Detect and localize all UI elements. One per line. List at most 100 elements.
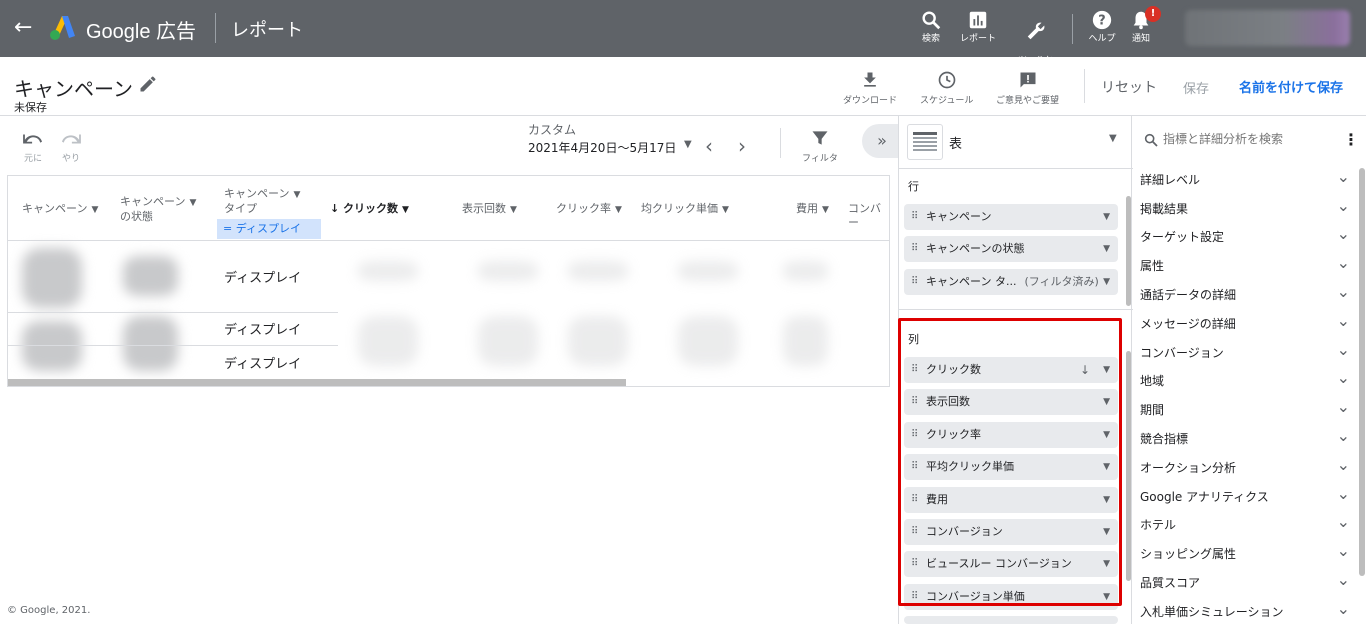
chevron-down-icon[interactable]: ⌄ (1337, 428, 1350, 444)
metric-category-item[interactable]: ショッピング属性 ⌄ (1140, 543, 1350, 564)
column-field-chip[interactable]: ⠿ コンバージョン ▼ (904, 519, 1118, 545)
chevron-down-icon[interactable]: ⌄ (1337, 457, 1350, 473)
visualization-type[interactable]: 表 (949, 133, 962, 152)
next-period-icon[interactable]: › (738, 134, 746, 158)
column-field-chip[interactable]: ⠿ クリック率 ▼ (904, 422, 1118, 448)
chevron-down-icon[interactable]: ▼ (1103, 357, 1110, 383)
more-options-icon[interactable]: ⋮ (1343, 130, 1359, 149)
save-button[interactable]: 保存 (1183, 78, 1209, 97)
metric-category-item[interactable]: 通話データの詳細 ⌄ (1140, 284, 1350, 305)
metric-category-item[interactable]: メッセージの詳細 ⌄ (1140, 313, 1350, 334)
chevron-down-icon[interactable]: ⌄ (1337, 342, 1350, 358)
drag-handle-icon[interactable]: ⠿ (911, 519, 918, 545)
chevron-down-icon[interactable]: ▼ (1103, 204, 1110, 230)
chevron-down-icon[interactable]: ⌄ (1337, 198, 1350, 214)
chevron-down-icon[interactable]: ▼ (1103, 389, 1110, 415)
chevron-down-icon[interactable]: ▼ (1103, 584, 1110, 610)
save-as-button[interactable]: 名前を付けて保存 (1239, 77, 1343, 96)
pencil-icon[interactable] (138, 74, 158, 94)
header-campaign-type[interactable]: キャンペーン ▼ タイプ (224, 187, 300, 216)
header-campaign-status[interactable]: キャンペーン ▼ の状態 (120, 195, 196, 224)
header-conversions[interactable]: コンバー (848, 202, 889, 230)
drag-handle-icon[interactable]: ⠿ (911, 454, 918, 480)
row-field-chip[interactable]: ⠿ キャンペーン ▼ (904, 204, 1118, 230)
search-button[interactable]: 検索 (906, 8, 956, 45)
visualization-dropdown-icon[interactable]: ▼ (1109, 133, 1117, 144)
metric-category-item[interactable]: 掲載結果 ⌄ (1140, 198, 1350, 219)
chevron-down-icon[interactable]: ▼ (1103, 422, 1110, 448)
table-horizontal-scrollbar[interactable] (8, 379, 626, 386)
metrics-search-input[interactable] (1163, 132, 1333, 146)
reports-button[interactable]: レポート (953, 8, 1003, 45)
row-field-chip[interactable]: ⠿ キャンペーンの状態 ▼ (904, 236, 1118, 262)
column-field-chip[interactable]: ⠿ 平均クリック単価 ▼ (904, 454, 1118, 480)
chevron-down-icon[interactable]: ⌄ (1337, 572, 1350, 588)
chevron-down-icon[interactable]: ⌄ (1337, 255, 1350, 271)
chevron-down-icon[interactable]: ⌄ (1337, 601, 1350, 617)
schedule-button[interactable]: スケジュール (920, 69, 973, 106)
chevron-down-icon[interactable]: ▼ (1103, 519, 1110, 545)
collapse-panel-button[interactable]: » (862, 124, 902, 158)
column-field-chip[interactable]: ⠿ 表示回数 ▼ (904, 389, 1118, 415)
drag-handle-icon[interactable]: ⠿ (911, 487, 918, 513)
metric-category-item[interactable]: オークション分析 ⌄ (1140, 457, 1350, 478)
download-button[interactable]: ダウンロード (843, 69, 897, 106)
drag-handle-icon[interactable]: ⠿ (911, 357, 918, 383)
row-field-chip[interactable]: ⠿ キャンペーン タ... (フィルタ済み) ▼ (904, 269, 1118, 295)
type-filter-chip[interactable]: = ディスプレイ (217, 219, 321, 239)
header-cost[interactable]: 費用 ▼ (796, 202, 829, 217)
drag-handle-icon[interactable]: ⠿ (911, 389, 918, 415)
rows-scrollbar[interactable] (1126, 196, 1131, 306)
google-ads-logo-icon[interactable] (48, 14, 76, 42)
metric-category-item[interactable]: コンバージョン ⌄ (1140, 342, 1350, 363)
header-impressions[interactable]: 表示回数 ▼ (462, 202, 517, 217)
chevron-down-icon[interactable]: ⌄ (1337, 370, 1350, 386)
column-field-chip[interactable]: ⠿ ビュースルー コンバージョン ▼ (904, 551, 1118, 577)
feedback-button[interactable]: ご意見やご要望 (996, 69, 1059, 106)
chevron-down-icon[interactable]: ⌄ (1337, 543, 1350, 559)
sort-descending-icon[interactable]: ↓ (1080, 357, 1090, 383)
metric-category-item[interactable]: 競合指標 ⌄ (1140, 428, 1350, 449)
chevron-down-icon[interactable]: ⌄ (1337, 284, 1350, 300)
metrics-scrollbar[interactable] (1359, 168, 1365, 576)
back-arrow-icon[interactable]: ← (14, 14, 32, 42)
chevron-down-icon[interactable]: ▼ (1103, 487, 1110, 513)
metric-category-item[interactable]: Google アナリティクス ⌄ (1140, 486, 1350, 507)
column-field-chip[interactable]: ⠿ 費用 ▼ (904, 487, 1118, 513)
drag-handle-icon[interactable]: ⠿ (911, 584, 918, 610)
chevron-down-icon[interactable]: ⌄ (1337, 169, 1350, 185)
account-switcher[interactable] (1185, 10, 1350, 46)
column-field-chip-partial[interactable] (904, 616, 1118, 624)
chevron-down-icon[interactable]: ⌄ (1337, 486, 1350, 502)
header-clicks[interactable]: ↓ クリック数 ▼ (330, 202, 409, 217)
notifications-button[interactable]: ! 通知 (1116, 6, 1166, 45)
filter-button[interactable]: フィルタ (802, 128, 838, 164)
metric-category-item[interactable]: ターゲット設定 ⌄ (1140, 226, 1350, 247)
redo-button[interactable]: やり (60, 130, 82, 164)
chevron-down-icon[interactable]: ▼ (1103, 551, 1110, 577)
previous-period-icon[interactable]: ‹ (705, 134, 713, 158)
metric-category-item[interactable]: 詳細レベル ⌄ (1140, 169, 1350, 190)
reset-button[interactable]: リセット (1101, 77, 1157, 97)
column-field-chip[interactable]: ⠿ コンバージョン単価 ▼ (904, 584, 1118, 610)
metric-category-item[interactable]: 品質スコア ⌄ (1140, 572, 1350, 593)
metric-category-item[interactable]: ホテル ⌄ (1140, 514, 1350, 535)
column-field-chip[interactable]: ⠿ クリック数 ↓ ▼ (904, 357, 1118, 383)
chevron-down-icon[interactable]: ⌄ (1337, 514, 1350, 530)
date-range-selector[interactable]: 2021年4月20日～5月17日 (528, 139, 676, 156)
header-campaign[interactable]: キャンペーン ▼ (22, 202, 98, 217)
chevron-down-icon[interactable]: ▼ (1103, 236, 1110, 262)
metric-category-item[interactable]: 入札単価シミュレーション ⌄ (1140, 601, 1350, 622)
drag-handle-icon[interactable]: ⠿ (911, 269, 918, 295)
columns-scrollbar[interactable] (1126, 351, 1131, 581)
metric-category-item[interactable]: 地域 ⌄ (1140, 370, 1350, 391)
metric-category-item[interactable]: 属性 ⌄ (1140, 255, 1350, 276)
chevron-down-icon[interactable]: ⌄ (1337, 226, 1350, 242)
date-dropdown-caret-icon[interactable]: ▼ (684, 139, 692, 150)
drag-handle-icon[interactable]: ⠿ (911, 236, 918, 262)
drag-handle-icon[interactable]: ⠿ (911, 551, 918, 577)
header-ctr[interactable]: クリック率 ▼ (556, 202, 622, 217)
chevron-down-icon[interactable]: ⌄ (1337, 313, 1350, 329)
drag-handle-icon[interactable]: ⠿ (911, 422, 918, 448)
chevron-down-icon[interactable]: ▼ (1103, 269, 1110, 295)
